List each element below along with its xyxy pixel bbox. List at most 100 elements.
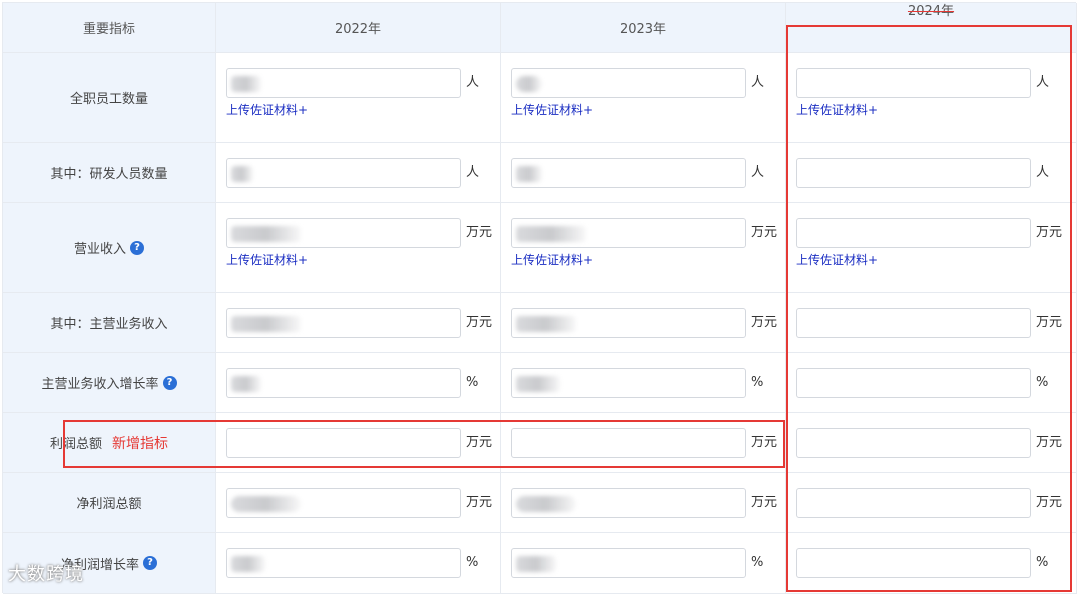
cell-2022-net-profit: 万元 bbox=[216, 473, 501, 533]
row-label-text: 主营业务收入增长率 bbox=[41, 377, 159, 392]
upload-evidence-link[interactable]: 上传佐证材料+ bbox=[796, 101, 878, 118]
main-revenue-2022-input[interactable] bbox=[226, 308, 461, 338]
cell-2022-net-growth: % bbox=[216, 533, 501, 594]
row-label-text: 利润总额 bbox=[49, 437, 102, 452]
cell-2023-main-growth: % bbox=[501, 353, 786, 413]
cell-2023-main-revenue: 万元 bbox=[501, 293, 786, 353]
cell-2024-revenue: 万元 上传佐证材料+ bbox=[786, 203, 1077, 293]
profit-2023-input[interactable] bbox=[511, 428, 746, 458]
upload-evidence-link[interactable]: 上传佐证材料+ bbox=[796, 251, 878, 268]
cell-2024-main-revenue: 万元 bbox=[786, 293, 1077, 353]
net-profit-2022-input[interactable] bbox=[226, 488, 461, 518]
upload-evidence-link[interactable]: 上传佐证材料+ bbox=[226, 251, 308, 268]
cell-2022-profit: 万元 bbox=[216, 413, 501, 473]
net-growth-2023-input[interactable] bbox=[511, 548, 746, 578]
main-growth-2022-input[interactable] bbox=[226, 368, 461, 398]
main-growth-2024-input[interactable] bbox=[796, 368, 1031, 398]
unit-label: % bbox=[1036, 555, 1049, 570]
row-label-main-revenue-growth: 主营业务收入增长率? bbox=[3, 353, 216, 413]
unit-label: 人 bbox=[1036, 165, 1050, 180]
net-growth-2024-input[interactable] bbox=[796, 548, 1031, 578]
row-label-text: 其中：研发人员数量 bbox=[50, 167, 168, 182]
watermark: 大数跨境 bbox=[8, 564, 84, 585]
row-label-rd-staff: 其中：研发人员数量 bbox=[3, 143, 216, 203]
unit-label: 万元 bbox=[466, 315, 493, 330]
main-growth-2023-input[interactable] bbox=[511, 368, 746, 398]
unit-label: % bbox=[466, 555, 479, 570]
unit-label: 人 bbox=[466, 165, 480, 180]
revenue-2023-input[interactable] bbox=[511, 218, 746, 248]
unit-label: 万元 bbox=[1036, 225, 1063, 240]
net-profit-2024-input[interactable] bbox=[796, 488, 1031, 518]
cell-2024-rd: 人 bbox=[786, 143, 1077, 203]
new-indicator-tag: 新增指标 bbox=[112, 435, 168, 452]
revenue-2022-input[interactable] bbox=[226, 218, 461, 248]
row-label-text: 营业收入 bbox=[73, 242, 126, 257]
cell-2023-rd: 人 bbox=[501, 143, 786, 203]
staff-2023-input[interactable] bbox=[511, 68, 746, 98]
row-label-text: 其中：主营业务收入 bbox=[50, 317, 168, 332]
cell-2023-revenue: 万元 上传佐证材料+ bbox=[501, 203, 786, 293]
profit-2022-input[interactable] bbox=[226, 428, 461, 458]
net-profit-2023-input[interactable] bbox=[511, 488, 746, 518]
cell-2023-net-profit: 万元 bbox=[501, 473, 786, 533]
unit-label: 人 bbox=[751, 165, 765, 180]
row-label-total-profit: 利润总额 新增指标 bbox=[3, 413, 216, 473]
header-2024-text: 2024年 bbox=[907, 4, 955, 19]
upload-evidence-link[interactable]: 上传佐证材料+ bbox=[511, 101, 593, 118]
cell-2022-main-growth: % bbox=[216, 353, 501, 413]
unit-label: % bbox=[1036, 375, 1049, 390]
rd-2022-input[interactable] bbox=[226, 158, 461, 188]
row-label-main-revenue: 其中：主营业务收入 bbox=[3, 293, 216, 353]
unit-label: 万元 bbox=[751, 315, 778, 330]
net-growth-2022-input[interactable] bbox=[226, 548, 461, 578]
header-2024: 2024年 bbox=[786, 3, 1077, 53]
rd-2024-input[interactable] bbox=[796, 158, 1031, 188]
unit-label: 万元 bbox=[1036, 435, 1063, 450]
unit-label: % bbox=[751, 555, 764, 570]
rd-2023-input[interactable] bbox=[511, 158, 746, 188]
cell-2024-net-profit: 万元 bbox=[786, 473, 1077, 533]
row-label-text: 净利润总额 bbox=[76, 497, 142, 512]
unit-label: 人 bbox=[751, 75, 765, 90]
cell-2023-net-growth: % bbox=[501, 533, 786, 594]
cell-2022-revenue: 万元 上传佐证材料+ bbox=[216, 203, 501, 293]
indicator-table: 重要指标 2022年 2023年 2024年 全职员工数量 人 上传佐证材料+ … bbox=[2, 2, 1077, 594]
row-label-net-profit: 净利润总额 bbox=[3, 473, 216, 533]
upload-evidence-link[interactable]: 上传佐证材料+ bbox=[511, 251, 593, 268]
cell-2024-net-growth: % bbox=[786, 533, 1077, 594]
unit-label: 万元 bbox=[1036, 495, 1063, 510]
row-label-text: 全职员工数量 bbox=[69, 92, 148, 107]
help-icon[interactable]: ? bbox=[162, 375, 177, 390]
profit-2024-input[interactable] bbox=[796, 428, 1031, 458]
cell-2024-profit: 万元 bbox=[786, 413, 1077, 473]
cell-2022-main-revenue: 万元 bbox=[216, 293, 501, 353]
staff-2024-input[interactable] bbox=[796, 68, 1031, 98]
cell-2023-staff: 人 上传佐证材料+ bbox=[501, 53, 786, 143]
cell-2022-rd: 人 bbox=[216, 143, 501, 203]
header-indicator: 重要指标 bbox=[3, 3, 216, 53]
unit-label: 万元 bbox=[466, 225, 493, 240]
main-revenue-2023-input[interactable] bbox=[511, 308, 746, 338]
unit-label: 万元 bbox=[751, 435, 778, 450]
row-label-fulltime-staff: 全职员工数量 bbox=[3, 53, 216, 143]
unit-label: 人 bbox=[1036, 75, 1050, 90]
cell-2024-main-growth: % bbox=[786, 353, 1077, 413]
upload-evidence-link[interactable]: 上传佐证材料+ bbox=[226, 101, 308, 118]
unit-label: 万元 bbox=[466, 495, 493, 510]
unit-label: % bbox=[466, 375, 479, 390]
staff-2022-input[interactable] bbox=[226, 68, 461, 98]
revenue-2024-input[interactable] bbox=[796, 218, 1031, 248]
header-2023: 2023年 bbox=[501, 3, 786, 53]
unit-label: 万元 bbox=[1036, 315, 1063, 330]
cell-2022-staff: 人 上传佐证材料+ bbox=[216, 53, 501, 143]
unit-label: 万元 bbox=[466, 435, 493, 450]
main-revenue-2024-input[interactable] bbox=[796, 308, 1031, 338]
unit-label: % bbox=[751, 375, 764, 390]
header-2022: 2022年 bbox=[216, 3, 501, 53]
cell-2023-profit: 万元 bbox=[501, 413, 786, 473]
row-label-revenue: 营业收入? bbox=[3, 203, 216, 293]
help-icon[interactable]: ? bbox=[143, 556, 157, 570]
help-icon[interactable]: ? bbox=[130, 240, 144, 255]
cell-2024-staff: 人 上传佐证材料+ bbox=[786, 53, 1077, 143]
